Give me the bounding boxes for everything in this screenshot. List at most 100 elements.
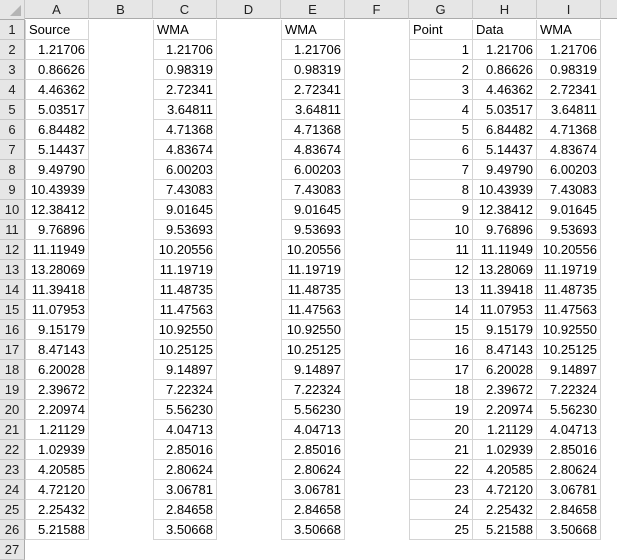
row-header-18[interactable]: 18 (0, 360, 25, 380)
row-header-19[interactable]: 19 (0, 380, 25, 400)
point-cell[interactable]: 4 (409, 100, 473, 120)
wma-c-cell[interactable]: 0.98319 (153, 60, 217, 80)
wma-i-cell[interactable]: 11.19719 (537, 260, 601, 280)
wma-e-cell[interactable]: 10.25125 (281, 340, 345, 360)
wma-e-cell[interactable]: 9.01645 (281, 200, 345, 220)
data-cell[interactable]: 5.03517 (473, 100, 537, 120)
wma-c-cell[interactable]: 3.50668 (153, 520, 217, 540)
header-cell-c[interactable]: WMA (153, 20, 217, 40)
wma-e-cell[interactable]: 4.71368 (281, 120, 345, 140)
point-cell[interactable]: 7 (409, 160, 473, 180)
point-cell[interactable]: 10 (409, 220, 473, 240)
source-cell[interactable]: 0.86626 (25, 60, 89, 80)
wma-e-cell[interactable]: 3.64811 (281, 100, 345, 120)
row-header-10[interactable]: 10 (0, 200, 25, 220)
source-cell[interactable]: 6.20028 (25, 360, 89, 380)
wma-i-cell[interactable]: 9.01645 (537, 200, 601, 220)
wma-c-cell[interactable]: 9.01645 (153, 200, 217, 220)
row-header-27[interactable]: 27 (0, 540, 25, 560)
wma-e-cell[interactable]: 6.00203 (281, 160, 345, 180)
source-cell[interactable]: 5.21588 (25, 520, 89, 540)
data-cell[interactable]: 4.46362 (473, 80, 537, 100)
wma-i-cell[interactable]: 9.53693 (537, 220, 601, 240)
data-cell[interactable]: 1.02939 (473, 440, 537, 460)
point-cell[interactable]: 18 (409, 380, 473, 400)
point-cell[interactable]: 13 (409, 280, 473, 300)
wma-c-cell[interactable]: 2.84658 (153, 500, 217, 520)
wma-e-cell[interactable]: 10.20556 (281, 240, 345, 260)
wma-c-cell[interactable]: 6.00203 (153, 160, 217, 180)
column-header-d[interactable]: D (217, 0, 281, 19)
wma-i-cell[interactable]: 7.43083 (537, 180, 601, 200)
source-cell[interactable]: 2.39672 (25, 380, 89, 400)
wma-i-cell[interactable]: 2.85016 (537, 440, 601, 460)
point-cell[interactable]: 19 (409, 400, 473, 420)
point-cell[interactable]: 12 (409, 260, 473, 280)
data-cell[interactable]: 1.21706 (473, 40, 537, 60)
wma-c-cell[interactable]: 7.43083 (153, 180, 217, 200)
row-header-22[interactable]: 22 (0, 440, 25, 460)
wma-i-cell[interactable]: 10.92550 (537, 320, 601, 340)
wma-i-cell[interactable]: 7.22324 (537, 380, 601, 400)
data-cell[interactable]: 11.11949 (473, 240, 537, 260)
wma-c-cell[interactable]: 3.06781 (153, 480, 217, 500)
point-cell[interactable]: 11 (409, 240, 473, 260)
source-cell[interactable]: 12.38412 (25, 200, 89, 220)
wma-i-cell[interactable]: 4.04713 (537, 420, 601, 440)
row-header-4[interactable]: 4 (0, 80, 25, 100)
row-header-8[interactable]: 8 (0, 160, 25, 180)
data-cell[interactable]: 11.39418 (473, 280, 537, 300)
wma-i-cell[interactable]: 5.56230 (537, 400, 601, 420)
data-cell[interactable]: 4.72120 (473, 480, 537, 500)
wma-i-cell[interactable]: 11.48735 (537, 280, 601, 300)
wma-i-cell[interactable]: 3.50668 (537, 520, 601, 540)
column-header-g[interactable]: G (409, 0, 473, 19)
point-cell[interactable]: 22 (409, 460, 473, 480)
wma-e-cell[interactable]: 11.19719 (281, 260, 345, 280)
data-cell[interactable]: 9.76896 (473, 220, 537, 240)
data-cell[interactable]: 12.38412 (473, 200, 537, 220)
wma-e-cell[interactable]: 7.22324 (281, 380, 345, 400)
wma-c-cell[interactable]: 3.64811 (153, 100, 217, 120)
wma-e-cell[interactable]: 4.83674 (281, 140, 345, 160)
wma-e-cell[interactable]: 10.92550 (281, 320, 345, 340)
point-cell[interactable]: 21 (409, 440, 473, 460)
source-cell[interactable]: 1.21129 (25, 420, 89, 440)
row-header-1[interactable]: 1 (0, 20, 25, 40)
source-cell[interactable]: 11.39418 (25, 280, 89, 300)
wma-c-cell[interactable]: 9.53693 (153, 220, 217, 240)
wma-e-cell[interactable]: 9.14897 (281, 360, 345, 380)
wma-i-cell[interactable]: 6.00203 (537, 160, 601, 180)
data-cell[interactable]: 6.84482 (473, 120, 537, 140)
wma-i-cell[interactable]: 2.80624 (537, 460, 601, 480)
data-cell[interactable]: 8.47143 (473, 340, 537, 360)
source-cell[interactable]: 1.02939 (25, 440, 89, 460)
wma-c-cell[interactable]: 5.56230 (153, 400, 217, 420)
data-cell[interactable]: 1.21129 (473, 420, 537, 440)
wma-i-cell[interactable]: 1.21706 (537, 40, 601, 60)
wma-i-cell[interactable]: 4.83674 (537, 140, 601, 160)
wma-i-cell[interactable]: 2.72341 (537, 80, 601, 100)
source-cell[interactable]: 2.25432 (25, 500, 89, 520)
point-cell[interactable]: 17 (409, 360, 473, 380)
data-cell[interactable]: 4.20585 (473, 460, 537, 480)
wma-c-cell[interactable]: 10.20556 (153, 240, 217, 260)
data-cell[interactable]: 6.20028 (473, 360, 537, 380)
source-cell[interactable]: 9.76896 (25, 220, 89, 240)
column-header-partial[interactable] (601, 0, 617, 19)
wma-c-cell[interactable]: 11.47563 (153, 300, 217, 320)
source-cell[interactable]: 4.46362 (25, 80, 89, 100)
data-cell[interactable]: 13.28069 (473, 260, 537, 280)
point-cell[interactable]: 9 (409, 200, 473, 220)
wma-e-cell[interactable]: 4.04713 (281, 420, 345, 440)
wma-c-cell[interactable]: 11.48735 (153, 280, 217, 300)
row-header-13[interactable]: 13 (0, 260, 25, 280)
data-cell[interactable]: 2.25432 (473, 500, 537, 520)
row-header-6[interactable]: 6 (0, 120, 25, 140)
source-cell[interactable]: 9.49790 (25, 160, 89, 180)
wma-i-cell[interactable]: 4.71368 (537, 120, 601, 140)
source-cell[interactable]: 11.07953 (25, 300, 89, 320)
wma-c-cell[interactable]: 2.85016 (153, 440, 217, 460)
wma-e-cell[interactable]: 2.72341 (281, 80, 345, 100)
column-header-c[interactable]: C (153, 0, 217, 19)
